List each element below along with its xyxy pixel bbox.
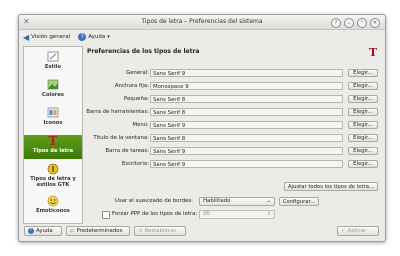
choose-font-button[interactable]: Elegir... (348, 108, 378, 116)
overview-label: Visión general (31, 34, 71, 40)
apply-button[interactable]: ✓ Aplicar (337, 226, 379, 236)
choose-font-button[interactable]: Elegir... (348, 147, 378, 155)
sidebar-item-fonts[interactable]: T Tipos de letra (24, 135, 82, 159)
font-row-fixed: Anchura fija: Monospace 9 Elegir... (85, 82, 381, 92)
help-label: Ayuda (88, 34, 106, 40)
maximize-icon[interactable]: ⌃ (357, 18, 367, 28)
font-row-toolbar: Barra de herramientas: Sans Serif 8 Eleg… (85, 108, 381, 118)
adjust-all-fonts-button[interactable]: Ajustar todos los tipos de letra... (284, 182, 378, 191)
font-label: Menú: (132, 122, 149, 128)
antialias-select[interactable]: Habilitado ⌄ (199, 197, 275, 206)
section-title: Preferencias de los tipos de letra (87, 48, 200, 55)
font-value-field: Sans Serif 8 (150, 134, 343, 142)
sidebar: Estilo Colores Iconos T Tipos de letra T… (23, 46, 83, 224)
reset-icon: ↺ (138, 227, 143, 234)
chevron-down-icon: ▾ (107, 34, 110, 40)
icons-icon (47, 107, 59, 118)
font-value-field: Sans Serif 9 (150, 160, 343, 168)
fonts-icon: T (48, 134, 58, 148)
font-row-taskbar: Barra de tareas: Sans Serif 9 Elegir... (85, 147, 381, 157)
defaults-button[interactable]: ⇄ Predeterminados (66, 226, 130, 236)
colors-icon (47, 79, 59, 90)
font-label: Título de la ventana: (93, 135, 149, 141)
font-value-field: Sans Serif 8 (150, 95, 343, 103)
font-value-field: Sans Serif 9 (150, 69, 343, 77)
checkmark-icon: ✓ (341, 227, 346, 234)
choose-font-button[interactable]: Elegir... (348, 134, 378, 142)
title-bar: ✕ Tipos de letra – Preferencias del sist… (19, 15, 385, 30)
font-value-field: Sans Serif 9 (150, 147, 343, 155)
style-icon (47, 51, 59, 62)
font-label: General: (125, 70, 149, 76)
sidebar-item-style[interactable]: Estilo (24, 51, 82, 75)
force-dpi-label: Forzar PPP de los tipos de letra: (112, 211, 198, 217)
font-value-field: Sans Serif 9 (150, 121, 343, 129)
choose-font-button[interactable]: Elegir... (348, 160, 378, 168)
font-row-small: Pequeña: Sans Serif 8 Elegir... (85, 95, 381, 105)
bottom-button-bar: ? Ayuda ⇄ Predeterminados ↺ Restablecer … (19, 226, 385, 238)
font-row-menu: Menú: Sans Serif 9 Elegir... (85, 121, 381, 131)
defaults-icon: ⇄ (70, 227, 75, 234)
minimize-icon[interactable]: ⌄ (344, 18, 354, 28)
sidebar-item-gtk-fonts[interactable]: Tipos de letra y estilos GTK (24, 163, 82, 191)
font-label: Anchura fija: (114, 83, 149, 89)
font-row-window-title: Título de la ventana: Sans Serif 8 Elegi… (85, 134, 381, 144)
fonts-panel: Preferencias de los tipos de letra T Gen… (85, 46, 381, 222)
choose-font-button[interactable]: Elegir... (348, 82, 378, 90)
back-arrow-icon: ◀ (23, 32, 30, 42)
font-label: Barra de tareas: (105, 148, 149, 154)
force-dpi-checkbox[interactable] (102, 211, 110, 219)
sidebar-item-icons[interactable]: Iconos (24, 107, 82, 131)
help-window-icon[interactable]: ? (331, 18, 341, 28)
sidebar-item-emoticons[interactable]: Emoticonos (24, 195, 82, 219)
fonts-header-icon: T (368, 46, 377, 59)
font-label: Escritorio: (121, 161, 149, 167)
spin-arrows-icon: ⇕ (266, 211, 271, 217)
font-label: Barra de herramientas: (86, 109, 149, 115)
font-row-desktop: Escritorio: Sans Serif 9 Elegir... (85, 160, 381, 170)
help-button[interactable]: ? Ayuda (24, 226, 62, 236)
system-settings-window: ✕ Tipos de letra – Preferencias del sist… (18, 14, 386, 242)
choose-font-button[interactable]: Elegir... (348, 121, 378, 129)
overview-button[interactable]: ◀ Visión general (23, 33, 70, 42)
reset-button[interactable]: ↺ Restablecer (134, 226, 186, 236)
font-row-general: General: Sans Serif 9 Elegir... (85, 69, 381, 79)
gtk-fonts-icon (47, 163, 59, 175)
help-icon: ? (78, 33, 87, 41)
emoticons-icon (47, 195, 59, 207)
choose-font-button[interactable]: Elegir... (348, 95, 378, 103)
help-icon: ? (28, 228, 34, 234)
toolbar: ◀ Visión general ? Ayuda ▾ (19, 30, 385, 44)
configure-button[interactable]: Configurar... (279, 197, 319, 206)
antialias-label: Usar el suavizado de bordes: (115, 198, 193, 204)
font-value-field: Monospace 9 (150, 82, 343, 90)
chevron-down-icon: ⌄ (266, 198, 271, 204)
window-controls: ? ⌄ ⌃ ✕ (331, 18, 380, 28)
font-label: Pequeña: (123, 96, 149, 102)
dpi-spinbox: 96 ⇕ (199, 210, 275, 219)
help-menu-button[interactable]: ? Ayuda ▾ (78, 33, 110, 41)
font-value-field: Sans Serif 8 (150, 108, 343, 116)
choose-font-button[interactable]: Elegir... (348, 69, 378, 77)
close-icon[interactable]: ✕ (370, 18, 380, 28)
sidebar-item-colors[interactable]: Colores (24, 79, 82, 103)
